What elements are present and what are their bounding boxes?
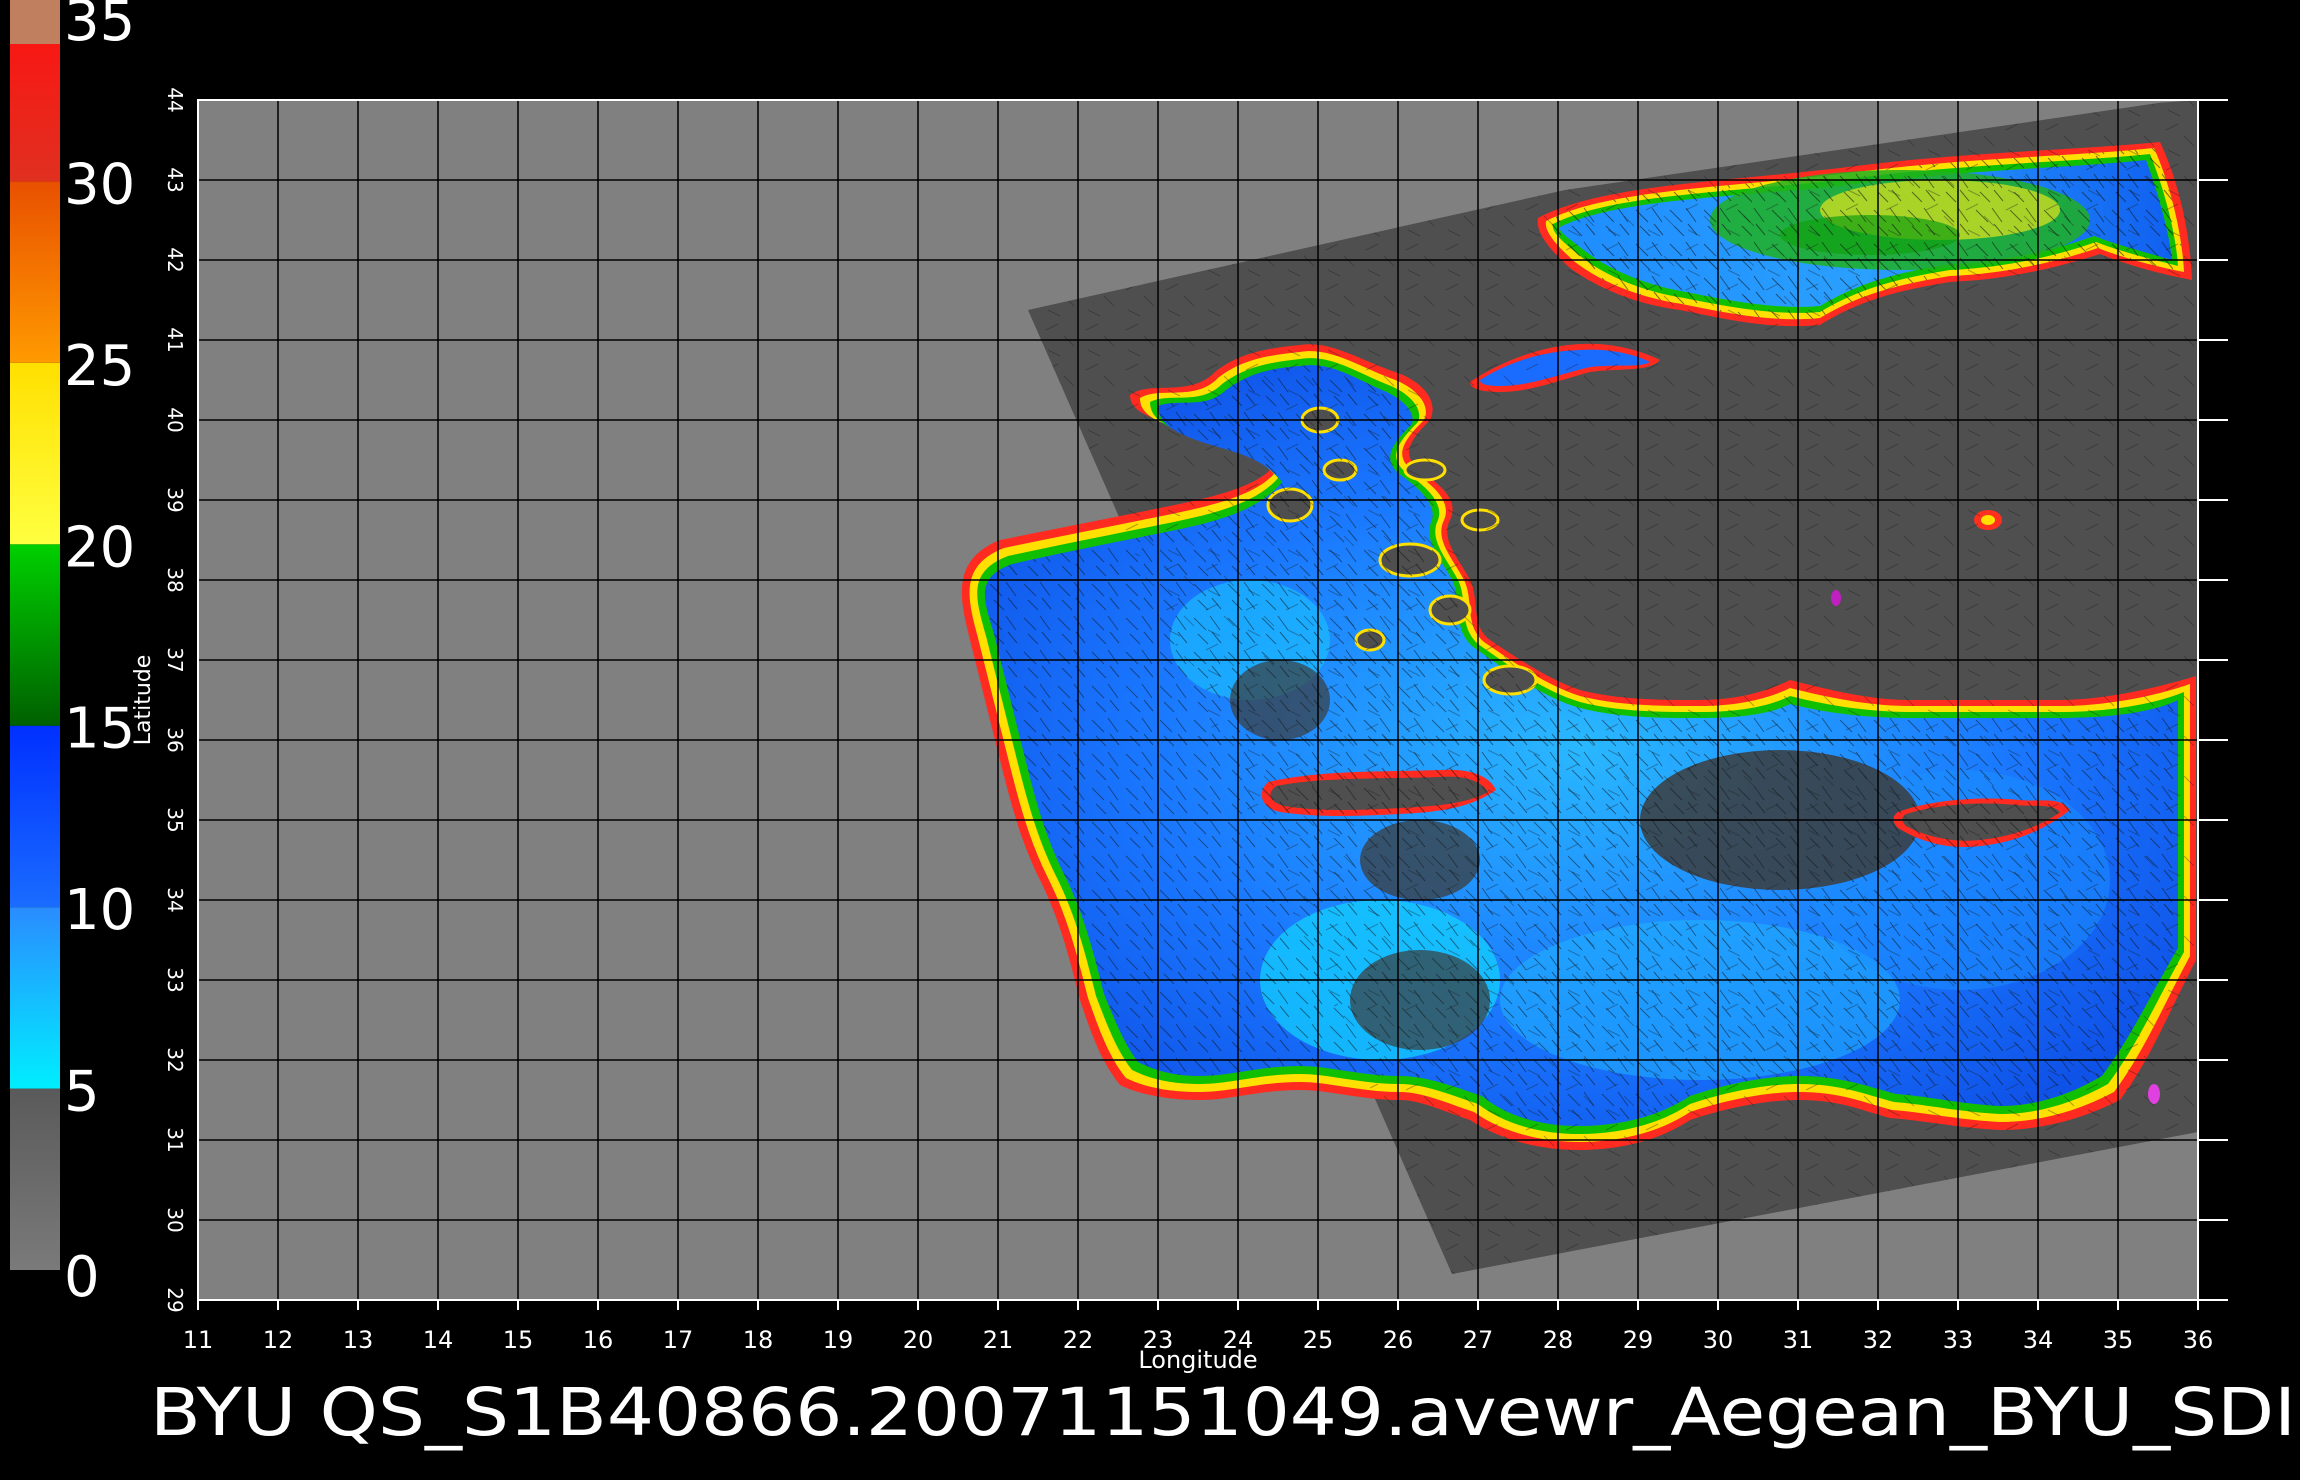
colorbar-labels: 0 5 10 15 20 25 30 35 — [64, 0, 135, 1310]
lat-tick-label: 40 — [163, 407, 187, 432]
lon-tick-label: 31 — [1783, 1326, 1814, 1354]
colorbar-label: 5 — [64, 1060, 100, 1125]
lon-tick-label: 30 — [1703, 1326, 1734, 1354]
lon-tick-label: 34 — [2023, 1326, 2054, 1354]
lat-tick-label: 36 — [163, 727, 187, 752]
lat-tick-label: 32 — [163, 1047, 187, 1072]
lon-tick-label: 28 — [1543, 1326, 1574, 1354]
colorbar-segment — [10, 362, 60, 545]
lat-tick-label: 30 — [163, 1207, 187, 1232]
lon-tick-label: 12 — [263, 1326, 294, 1354]
lat-tick-label: 44 — [163, 87, 187, 112]
colorbar-label: 15 — [64, 697, 135, 762]
lat-tick-label: 43 — [163, 167, 187, 192]
lon-tick-label: 21 — [983, 1326, 1014, 1354]
map-canvas: 0 5 10 15 20 25 30 35 11 12 13 14 15 16 17 18 1… — [10, 0, 2296, 1451]
lon-tick-label: 20 — [903, 1326, 934, 1354]
lon-tick-label: 18 — [743, 1326, 774, 1354]
quikscat-map-figure: 0 5 10 15 20 25 30 35 11 12 13 14 15 16 … — [0, 0, 2300, 1480]
colorbar-segment — [10, 725, 60, 908]
lon-tick-label: 35 — [2103, 1326, 2134, 1354]
lon-tick-label: 25 — [1303, 1326, 1334, 1354]
colorbar-cap — [10, 0, 60, 44]
colorbar-segment — [10, 181, 60, 363]
lon-tick-label: 27 — [1463, 1326, 1494, 1354]
lat-tick-label: 38 — [163, 567, 187, 592]
lat-tick-label: 37 — [163, 647, 187, 672]
lon-tick-label: 17 — [663, 1326, 694, 1354]
lat-tick-label: 39 — [163, 487, 187, 512]
lon-tick-label: 11 — [183, 1326, 214, 1354]
colorbar-segment — [10, 544, 60, 726]
lon-tick-label: 32 — [1863, 1326, 1894, 1354]
lat-tick-label: 33 — [163, 967, 187, 992]
colorbar-label: 20 — [64, 515, 135, 580]
colorbar-segment — [10, 1088, 60, 1270]
colorbar-label: 0 — [64, 1245, 100, 1310]
lat-tick-label: 35 — [163, 807, 187, 832]
lon-tick-label: 16 — [583, 1326, 614, 1354]
lon-tick-label: 19 — [823, 1326, 854, 1354]
colorbar-label: 30 — [64, 152, 135, 217]
lat-tick-label: 41 — [163, 327, 187, 352]
latitude-tick-labels: 29 30 31 32 33 34 35 36 37 38 39 40 41 42 43 44 — [163, 87, 187, 1312]
y-axis-label: Latitude — [131, 655, 156, 746]
lat-tick-label: 29 — [163, 1287, 187, 1312]
lon-tick-label: 29 — [1623, 1326, 1654, 1354]
lat-tick-label: 34 — [163, 887, 187, 912]
colorbar-label: 35 — [64, 0, 135, 54]
lon-tick-label: 14 — [423, 1326, 454, 1354]
lat-tick-label: 42 — [163, 247, 187, 272]
file-caption: BYU QS_S1B40866.20071151049.avewr_Aegean… — [150, 1374, 2296, 1451]
lon-tick-label: 26 — [1383, 1326, 1414, 1354]
colorbar-label: 10 — [64, 878, 135, 943]
colorbar-segment — [10, 907, 60, 1089]
x-axis-label: Longitude — [1138, 1346, 1257, 1374]
colorbar-label: 25 — [64, 334, 135, 399]
lon-tick-label: 33 — [1943, 1326, 1974, 1354]
lon-tick-label: 13 — [343, 1326, 374, 1354]
lon-tick-label: 36 — [2183, 1326, 2214, 1354]
lat-tick-label: 31 — [163, 1127, 187, 1152]
colorbar — [10, 0, 60, 1270]
lon-tick-label: 22 — [1063, 1326, 1094, 1354]
lon-tick-label: 15 — [503, 1326, 534, 1354]
